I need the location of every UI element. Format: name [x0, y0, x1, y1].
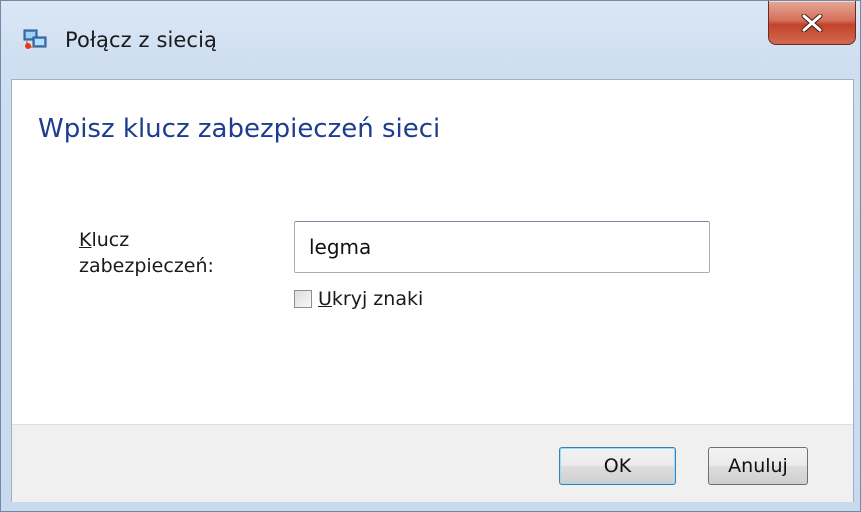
page-title: Wpisz klucz zabezpieczeń sieci [38, 114, 441, 144]
key-label-accelerator: K [79, 229, 92, 251]
title-bar[interactable]: Połącz z siecią [1, 1, 861, 79]
button-bar: OK Anuluj [12, 424, 853, 502]
security-key-input[interactable] [294, 221, 710, 273]
window-title: Połącz z siecią [65, 28, 217, 52]
cancel-button[interactable]: Anuluj [708, 447, 808, 485]
dialog-window: Połącz z siecią Wpisz klucz zabezpieczeń… [0, 0, 861, 512]
dialog-content: Wpisz klucz zabezpieczeń sieci Klucz zab… [11, 79, 854, 502]
hide-chars-accelerator: U [318, 288, 332, 310]
hide-characters-checkbox[interactable] [294, 290, 312, 308]
key-label-line2: zabezpieczeń: [79, 255, 214, 277]
hide-characters-label[interactable]: Ukryj znaki [318, 288, 423, 310]
ok-button[interactable]: OK [559, 447, 676, 485]
close-icon [801, 13, 823, 32]
hide-characters-option[interactable]: Ukryj znaki [294, 287, 423, 311]
network-icon [23, 29, 47, 51]
close-button[interactable] [768, 1, 856, 45]
security-key-label: Klucz zabezpieczeń: [79, 227, 249, 279]
hide-chars-rest: kryj znaki [331, 288, 424, 310]
key-label-line1-rest: lucz [91, 229, 130, 251]
